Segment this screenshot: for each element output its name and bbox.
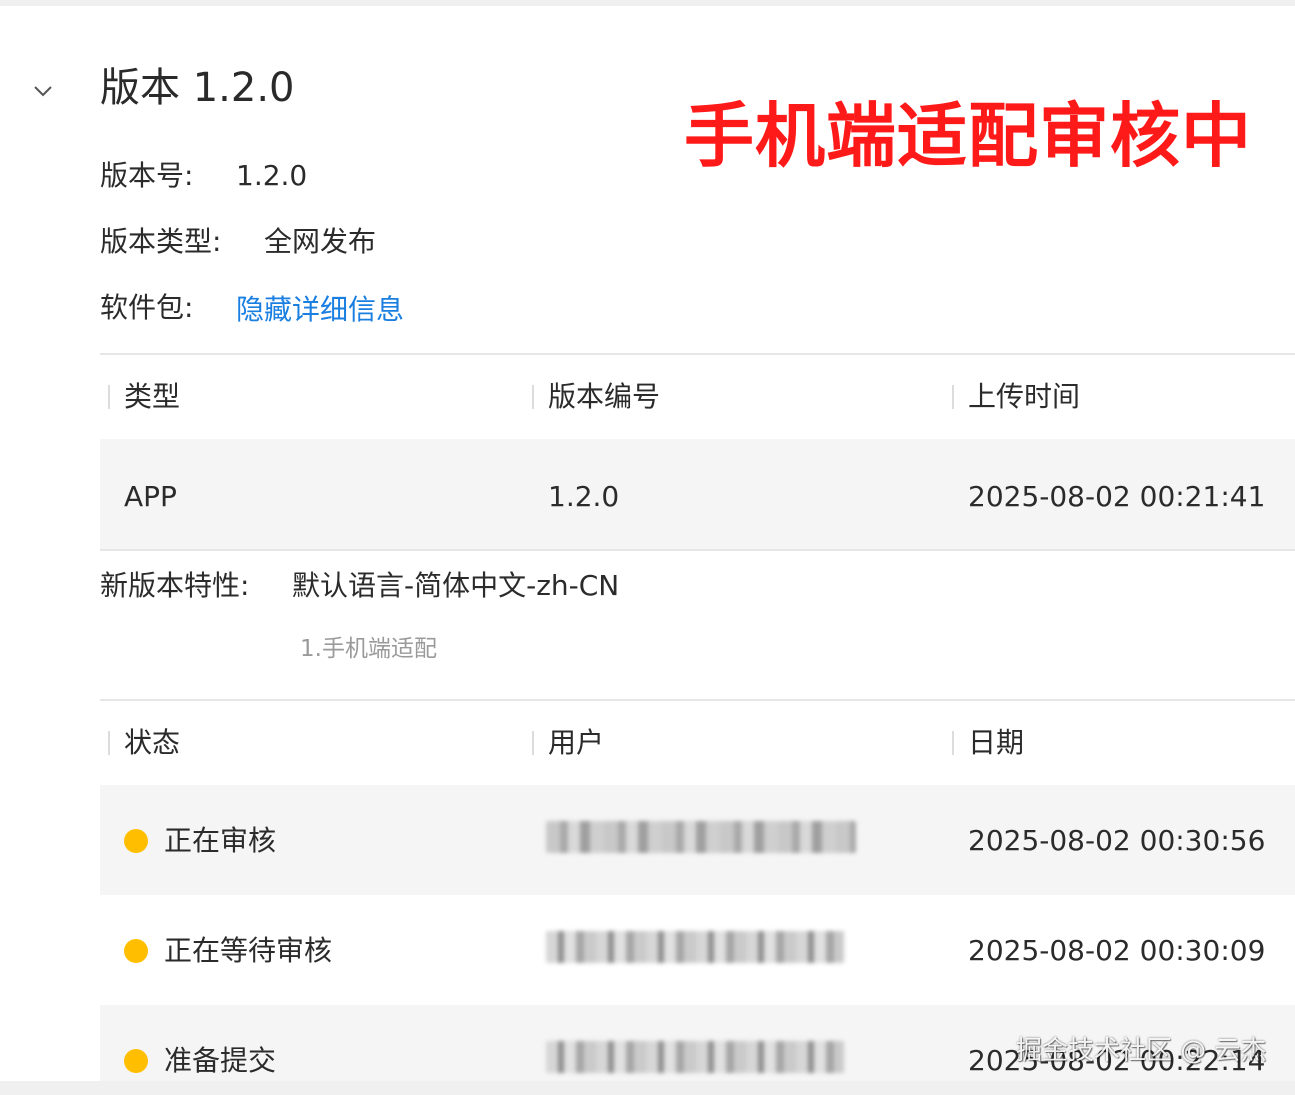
new-features-row: 新版本特性: 默认语言-简体中文-zh-CN	[100, 568, 619, 604]
version-number-value: 1.2.0	[236, 159, 308, 192]
column-separator	[108, 731, 110, 755]
status-cell: 准备提交	[164, 1044, 277, 1077]
column-separator	[532, 731, 534, 755]
column-header-status: 状态	[124, 726, 181, 759]
package-type-cell: APP	[124, 480, 177, 513]
table-row[interactable]: 正在审核 2025-08-02 00:30:56	[100, 785, 1295, 895]
status-dot-icon	[124, 939, 148, 963]
column-separator	[952, 385, 954, 409]
chevron-down-icon[interactable]	[32, 80, 54, 102]
table-row[interactable]: APP 1.2.0 2025-08-02 00:21:41	[100, 439, 1295, 551]
new-features-value: 默认语言-简体中文-zh-CN	[292, 569, 620, 602]
version-type-row: 版本类型: 全网发布	[100, 224, 376, 260]
redacted-user	[546, 1041, 844, 1073]
version-title: 版本 1.2.0	[100, 65, 295, 111]
version-number-label: 版本号:	[100, 159, 194, 192]
status-cell: 正在等待审核	[164, 934, 333, 967]
version-type-value: 全网发布	[264, 225, 377, 258]
package-upload-time-cell: 2025-08-02 00:21:41	[968, 480, 1266, 513]
package-version-cell: 1.2.0	[548, 480, 620, 513]
redacted-user	[546, 931, 844, 963]
version-detail-panel: 版本 1.2.0 手机端适配审核中 版本号: 1.2.0 版本类型: 全网发布 …	[0, 6, 1295, 1081]
review-status-banner: 手机端适配审核中	[684, 95, 1252, 177]
package-label: 软件包:	[100, 291, 194, 324]
date-cell: 2025-08-02 00:30:09	[968, 934, 1266, 967]
divider	[100, 549, 1295, 551]
new-features-label: 新版本特性:	[100, 569, 250, 602]
column-separator	[108, 385, 110, 409]
status-cell: 正在审核	[164, 824, 277, 857]
version-type-label: 版本类型:	[100, 225, 222, 258]
column-header-version: 版本编号	[548, 380, 661, 413]
column-separator	[532, 385, 534, 409]
redacted-user	[546, 821, 856, 853]
column-header-date: 日期	[968, 726, 1025, 759]
table-header: 类型 版本编号 上传时间	[100, 355, 1295, 439]
hide-details-link[interactable]: 隐藏详细信息	[236, 292, 404, 328]
status-dot-icon	[124, 1049, 148, 1073]
watermark: 掘金技术社区 @ 云杰	[1016, 1036, 1267, 1066]
table-header: 状态 用户 日期	[100, 701, 1295, 785]
column-separator	[952, 731, 954, 755]
status-dot-icon	[124, 829, 148, 853]
package-row: 软件包: 隐藏详细信息	[100, 290, 404, 326]
date-cell: 2025-08-02 00:30:56	[968, 824, 1266, 857]
feature-note: 1.手机端适配	[300, 636, 437, 662]
column-header-user: 用户	[548, 726, 605, 759]
table-row[interactable]: 正在等待审核 2025-08-02 00:30:09	[100, 895, 1295, 1005]
column-header-upload-time: 上传时间	[968, 380, 1081, 413]
status-table: 状态 用户 日期 正在审核 2025-08-02 00:30:56 正在等待审核…	[100, 701, 1295, 1081]
package-table: 类型 版本编号 上传时间 APP 1.2.0 2025-08-02 00:21:…	[100, 355, 1295, 551]
version-number-row: 版本号: 1.2.0	[100, 158, 307, 194]
column-header-type: 类型	[124, 380, 181, 413]
